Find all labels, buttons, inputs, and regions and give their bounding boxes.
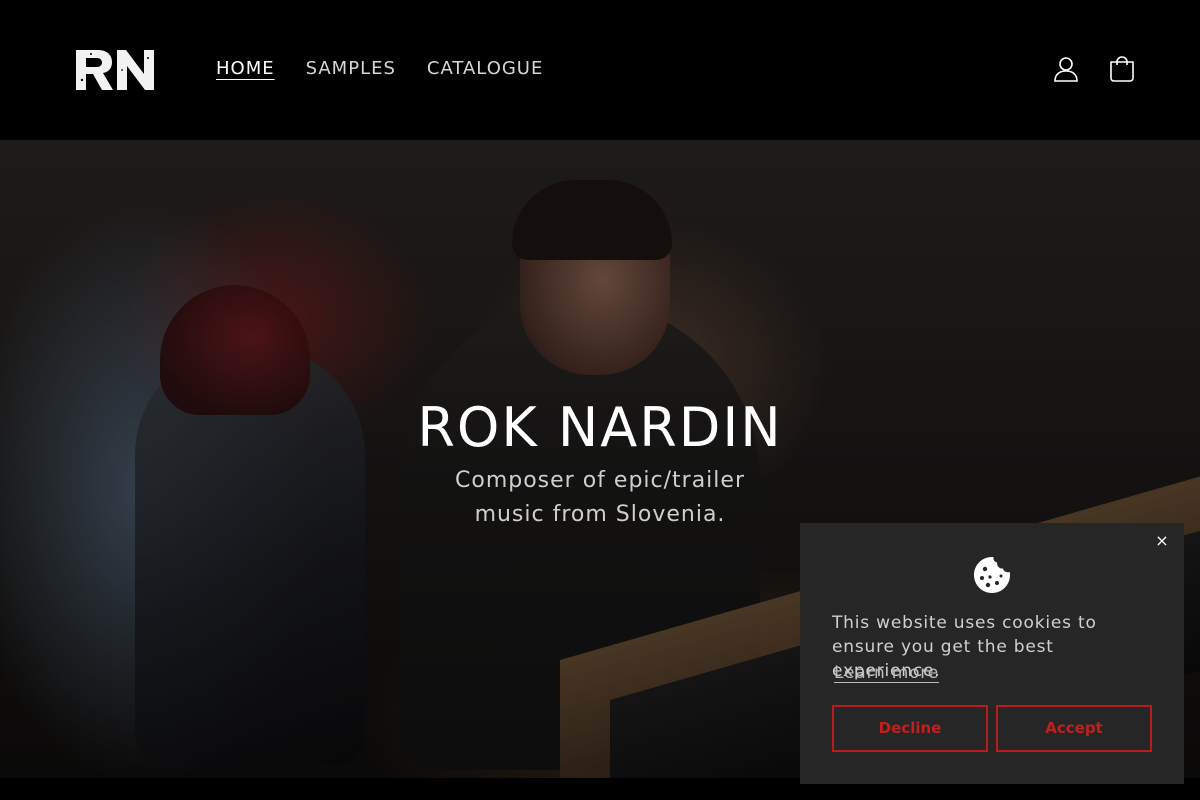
main-nav: HOME SAMPLES CATALOGUE: [216, 57, 543, 81]
cart-icon[interactable]: [1108, 55, 1136, 83]
hero-text: ROK NARDIN Composer of epic/trailer musi…: [0, 398, 1200, 532]
cookie-icon: [974, 557, 1010, 593]
accept-button[interactable]: Accept: [996, 705, 1152, 752]
site-header: HOME SAMPLES CATALOGUE: [0, 0, 1200, 140]
close-icon[interactable]: ×: [1152, 531, 1172, 551]
account-icon[interactable]: [1052, 55, 1080, 83]
nav-catalogue[interactable]: CATALOGUE: [427, 57, 543, 81]
hero-title: ROK NARDIN: [417, 396, 783, 459]
nav-home[interactable]: HOME: [216, 57, 275, 81]
learn-more-link[interactable]: Learn more: [834, 661, 939, 685]
cookie-banner: × This website uses cookies to ensure yo…: [800, 523, 1184, 784]
decline-button[interactable]: Decline: [832, 705, 988, 752]
logo[interactable]: [76, 50, 154, 90]
nav-samples[interactable]: SAMPLES: [306, 57, 396, 81]
header-icons: [1052, 55, 1136, 83]
hero-subtitle: Composer of epic/trailer music from Slov…: [455, 468, 745, 527]
